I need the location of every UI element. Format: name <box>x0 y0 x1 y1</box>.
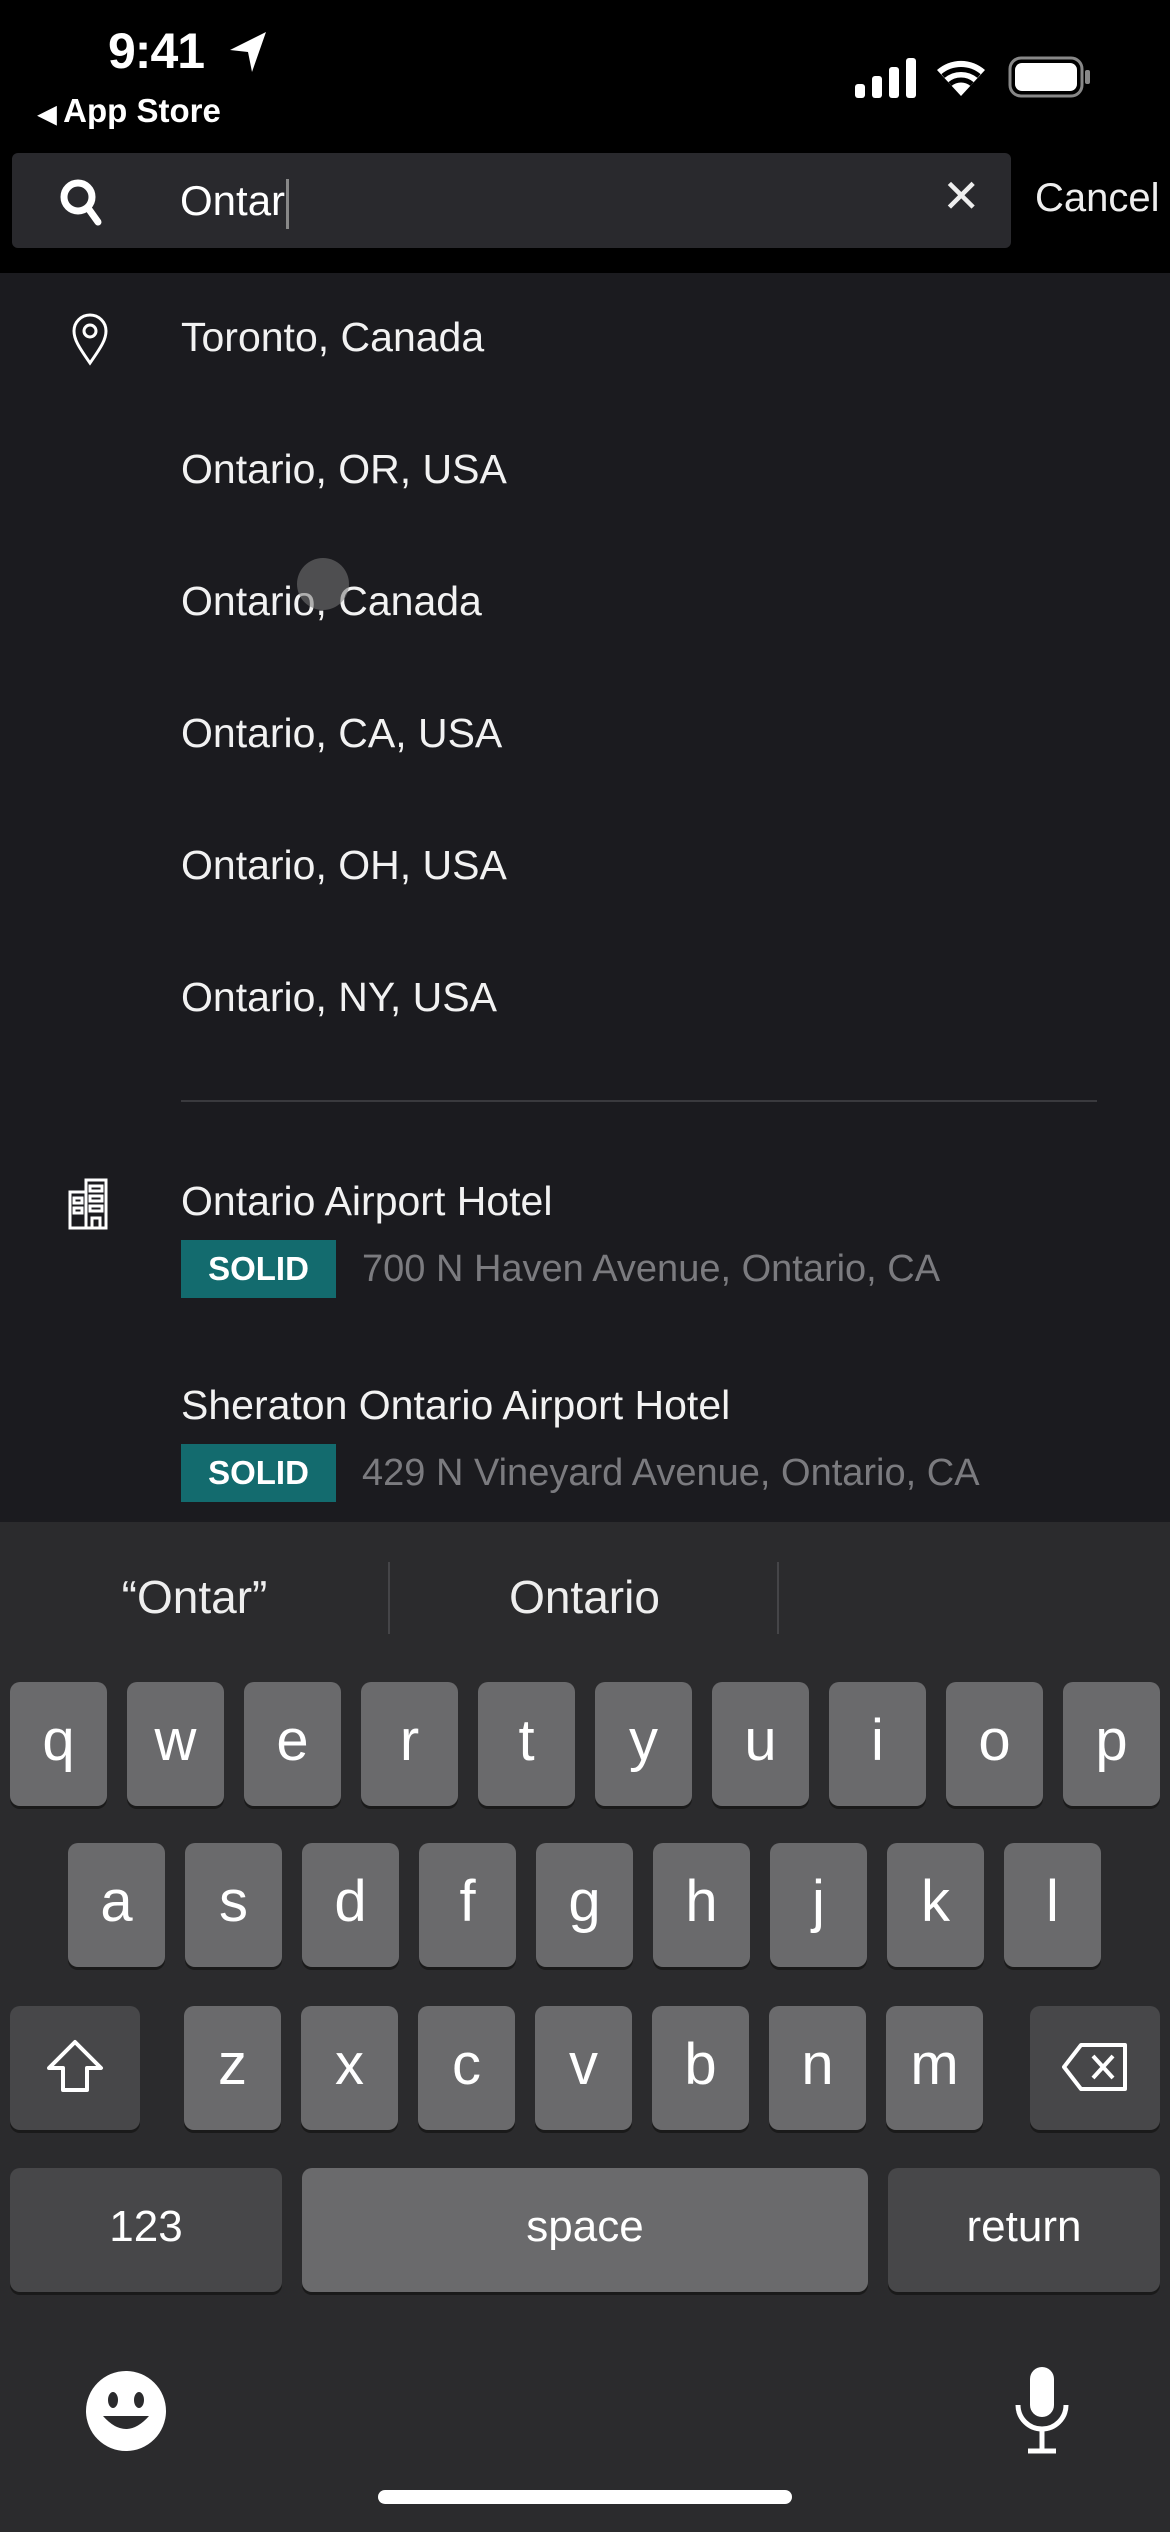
search-icon <box>60 179 102 226</box>
shift-key[interactable] <box>10 2006 140 2130</box>
key-o[interactable]: o <box>946 1682 1043 1806</box>
key-d[interactable]: d <box>302 1843 399 1967</box>
text-caret <box>286 178 290 229</box>
key-r[interactable]: r <box>361 1682 458 1806</box>
location-suggestion[interactable]: Toronto, Canada <box>181 314 484 361</box>
battery-icon <box>1008 56 1090 98</box>
key-g[interactable]: g <box>536 1843 633 1967</box>
key-v[interactable]: v <box>535 2006 632 2130</box>
key-q[interactable]: q <box>10 1682 107 1806</box>
header: 9:41 ◀ App Store Ontar ✕ Cancel <box>0 0 1170 273</box>
key-p[interactable]: p <box>1063 1682 1160 1806</box>
home-indicator[interactable] <box>378 2490 792 2504</box>
hotel-building-icon <box>68 1178 108 1230</box>
key-w[interactable]: w <box>127 1682 224 1806</box>
location-suggestion[interactable]: Ontario, OH, USA <box>181 842 507 889</box>
clear-icon[interactable]: ✕ <box>942 169 981 223</box>
key-i[interactable]: i <box>829 1682 926 1806</box>
keyboard: “Ontar” Ontario qwertyuiop asdfghjkl zxcvb… <box>0 1522 1170 2532</box>
key-j[interactable]: j <box>770 1843 867 1967</box>
key-m[interactable]: m <box>886 2006 983 2130</box>
key-l[interactable]: l <box>1004 1843 1101 1967</box>
emoji-icon[interactable] <box>85 2370 167 2452</box>
back-to-app-store[interactable]: ◀ App Store <box>38 92 221 130</box>
delete-key[interactable] <box>1030 2006 1160 2130</box>
search-value: Ontar <box>180 177 286 224</box>
key-k[interactable]: k <box>887 1843 984 1967</box>
key-h[interactable]: h <box>653 1843 750 1967</box>
key-c[interactable]: c <box>418 2006 515 2130</box>
wifi-icon <box>937 60 985 96</box>
cancel-button[interactable]: Cancel <box>1035 176 1160 221</box>
microphone-icon[interactable] <box>1010 2365 1074 2457</box>
return-key[interactable]: return <box>888 2168 1160 2292</box>
signal-icon <box>855 58 916 98</box>
key-z[interactable]: z <box>184 2006 281 2130</box>
location-suggestion[interactable]: Ontario, OR, USA <box>181 446 507 493</box>
hotel-name[interactable]: Ontario Airport Hotel <box>181 1178 552 1225</box>
location-suggestion[interactable]: Ontario, CA, USA <box>181 710 502 757</box>
key-b[interactable]: b <box>652 2006 749 2130</box>
key-a[interactable]: a <box>68 1843 165 1967</box>
key-y[interactable]: y <box>595 1682 692 1806</box>
back-label: App Store <box>63 92 221 129</box>
hotel-address: 700 N Haven Avenue, Ontario, CA <box>362 1248 941 1290</box>
touch-indicator <box>297 558 349 610</box>
search-input[interactable]: Ontar <box>180 177 290 229</box>
hotel-badge: SOLID <box>181 1444 336 1502</box>
suggestion-typed[interactable]: “Ontar” <box>0 1570 389 1624</box>
divider <box>181 1100 1097 1102</box>
key-t[interactable]: t <box>478 1682 575 1806</box>
key-f[interactable]: f <box>419 1843 516 1967</box>
suggestion-ontario[interactable]: Ontario <box>390 1570 779 1624</box>
key-x[interactable]: x <box>301 2006 398 2130</box>
status-time: 9:41 <box>108 23 205 79</box>
location-arrow-icon <box>230 32 266 72</box>
hotel-address: 429 N Vineyard Avenue, Ontario, CA <box>362 1452 980 1494</box>
shift-icon <box>47 2040 103 2092</box>
location-pin-icon <box>72 313 108 366</box>
hotel-name[interactable]: Sheraton Ontario Airport Hotel <box>181 1382 730 1429</box>
delete-icon <box>1062 2043 1127 2091</box>
suggestion-divider <box>777 1562 779 1634</box>
key-e[interactable]: e <box>244 1682 341 1806</box>
hotel-badge: SOLID <box>181 1240 336 1298</box>
key-u[interactable]: u <box>712 1682 809 1806</box>
search-field[interactable]: Ontar ✕ <box>12 153 1011 248</box>
key-s[interactable]: s <box>185 1843 282 1967</box>
back-triangle-icon: ◀ <box>38 101 64 128</box>
key-n[interactable]: n <box>769 2006 866 2130</box>
location-suggestion[interactable]: Ontario, NY, USA <box>181 974 497 1021</box>
numbers-key[interactable]: 123 <box>10 2168 282 2292</box>
space-key[interactable]: space <box>302 2168 868 2292</box>
